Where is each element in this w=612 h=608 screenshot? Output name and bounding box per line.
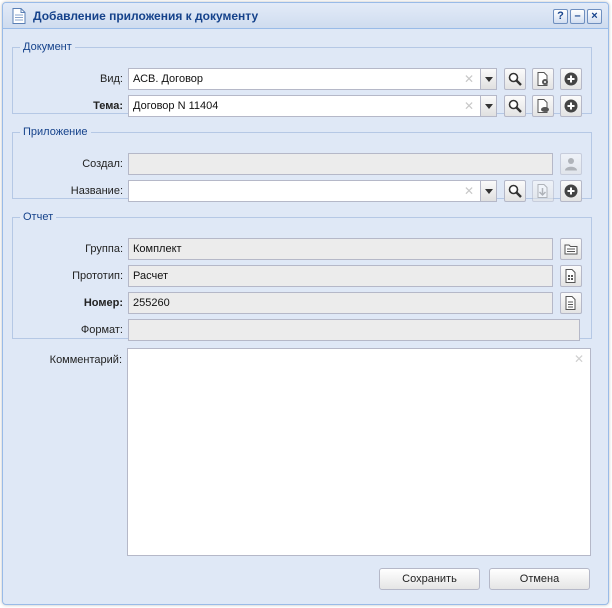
group-label: Группа:: [85, 243, 123, 255]
vid-dropdown-trigger[interactable]: [480, 69, 496, 89]
document-legend: Документ: [23, 41, 72, 53]
select-user-button[interactable]: [560, 153, 582, 175]
search-icon: [508, 184, 522, 198]
document-download-icon: [537, 184, 548, 198]
comment-label: Комментарий:: [49, 354, 122, 366]
document-cloud-icon: [537, 99, 549, 113]
format-label: Формат:: [80, 324, 123, 336]
prototype-value: Расчет: [133, 270, 168, 282]
clear-icon[interactable]: ✕: [574, 352, 584, 366]
clear-icon[interactable]: ✕: [462, 181, 476, 201]
chevron-down-icon: [485, 77, 493, 82]
vid-search-button[interactable]: [504, 68, 526, 90]
prototype-field: Расчет: [128, 265, 553, 287]
tema-add-button[interactable]: [560, 95, 582, 117]
search-icon: [508, 72, 522, 86]
attachment-legend: Приложение: [23, 126, 88, 138]
report-legend: Отчет: [23, 211, 54, 223]
document-icon: [12, 8, 26, 24]
report-fieldset: Отчет Группа: Комплект Прототип: Расчет: [12, 211, 592, 341]
vid-add-button[interactable]: [560, 68, 582, 90]
add-icon: [564, 72, 578, 86]
spreadsheet-icon: [565, 269, 576, 283]
group-field: Комплект: [128, 238, 553, 260]
number-field: 255260: [128, 292, 553, 314]
created-by-field: [128, 153, 553, 175]
vid-settings-button[interactable]: [532, 68, 554, 90]
name-dropdown-trigger[interactable]: [480, 181, 496, 201]
dialog-window: Добавление приложения к документу ? – × …: [2, 2, 609, 605]
document-lines-icon: [565, 296, 576, 310]
tema-open-button[interactable]: [532, 95, 554, 117]
prototype-label: Прототип:: [72, 270, 123, 282]
document-fieldset: Документ Вид: АСВ. Договор ✕ Тема: Догов…: [12, 41, 592, 117]
clear-icon[interactable]: ✕: [462, 96, 476, 116]
search-icon: [508, 99, 522, 113]
dialog-title: Добавление приложения к документу: [33, 9, 259, 23]
vid-value: АСВ. Договор: [133, 73, 204, 85]
vid-label: Вид:: [100, 73, 123, 85]
add-icon: [564, 184, 578, 198]
cancel-button[interactable]: Отмена: [489, 568, 590, 590]
tema-value: Договор N 11404: [133, 100, 219, 112]
group-value: Комплект: [133, 243, 182, 255]
clear-icon[interactable]: ✕: [462, 69, 476, 89]
add-icon: [564, 99, 578, 113]
chevron-down-icon: [485, 189, 493, 194]
help-icon: ?: [557, 10, 564, 22]
number-value: 255260: [133, 297, 170, 309]
user-icon: [565, 158, 577, 171]
format-field: [128, 319, 580, 341]
attachment-fieldset: Приложение Создал: Название: ✕: [12, 126, 592, 202]
created-by-label: Создал:: [82, 158, 123, 170]
minimize-button[interactable]: –: [570, 9, 585, 24]
name-search-button[interactable]: [504, 180, 526, 202]
select-prototype-button[interactable]: [560, 265, 582, 287]
help-button[interactable]: ?: [553, 9, 568, 24]
close-button[interactable]: ×: [587, 9, 602, 24]
save-button[interactable]: Сохранить: [379, 568, 480, 590]
comment-textarea[interactable]: ✕: [127, 348, 591, 556]
close-icon: ×: [591, 10, 598, 22]
name-add-button[interactable]: [560, 180, 582, 202]
vid-combo[interactable]: АСВ. Договор ✕: [128, 68, 497, 90]
tema-combo[interactable]: Договор N 11404 ✕: [128, 95, 497, 117]
chevron-down-icon: [485, 104, 493, 109]
select-number-button[interactable]: [560, 292, 582, 314]
dialog-titlebar[interactable]: Добавление приложения к документу ? – ×: [3, 3, 608, 29]
name-label: Название:: [70, 185, 123, 197]
select-group-button[interactable]: [560, 238, 582, 260]
folder-icon: [564, 244, 578, 255]
document-gear-icon: [537, 72, 548, 86]
name-download-button[interactable]: [532, 180, 554, 202]
tema-label: Тема:: [93, 100, 123, 112]
name-combo[interactable]: ✕: [128, 180, 497, 202]
tema-search-button[interactable]: [504, 95, 526, 117]
minimize-icon: –: [574, 10, 581, 22]
tema-dropdown-trigger[interactable]: [480, 96, 496, 116]
number-label: Номер:: [83, 297, 123, 309]
